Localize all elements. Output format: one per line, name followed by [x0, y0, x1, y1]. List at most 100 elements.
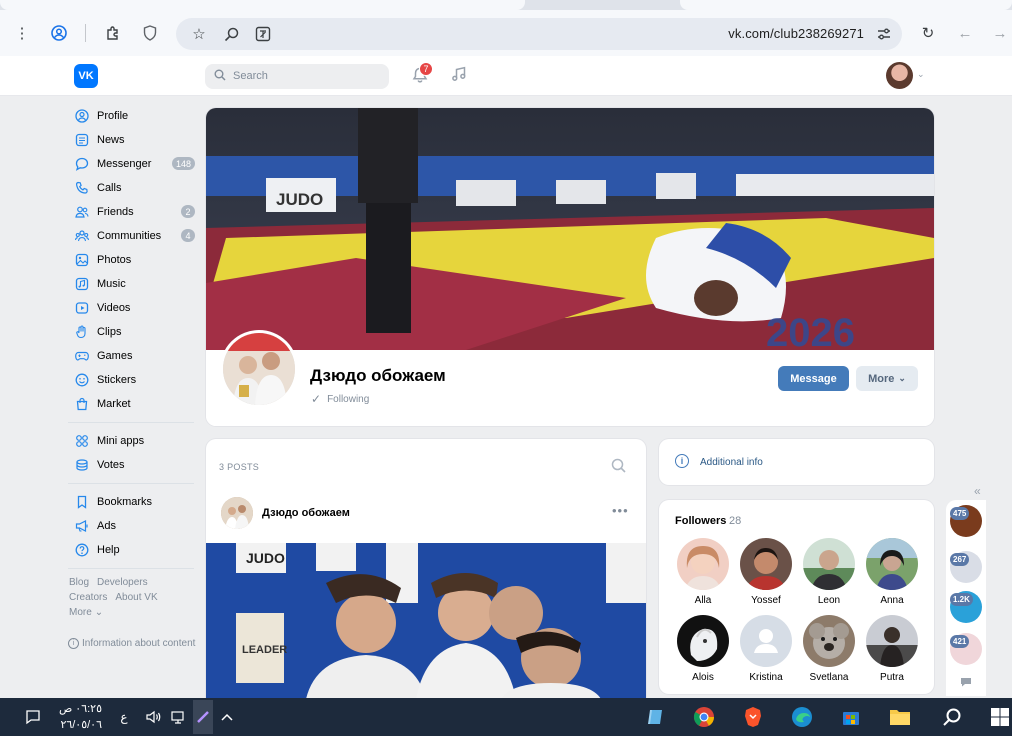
address-bar[interactable]: ☆ vk.com/club238269271	[176, 18, 902, 50]
search-placeholder: Search	[233, 70, 268, 82]
sidebar-item-label: Help	[97, 544, 120, 556]
music-player-icon[interactable]	[450, 65, 468, 88]
profile-icon[interactable]	[49, 23, 69, 43]
sidebar-item-help[interactable]: Help	[68, 538, 198, 562]
left-sidebar: Profile News Messenger 148 Calls Friends 2 Comm…	[68, 104, 198, 649]
photo-icon	[74, 252, 90, 268]
post-options-icon[interactable]: •••	[612, 503, 629, 518]
sidebar-item-bookmarks[interactable]: Bookmarks	[68, 490, 198, 514]
info-about-content-link[interactable]: i Information about content	[68, 638, 198, 649]
follower-item[interactable]: Anna	[862, 538, 922, 606]
user-circle-icon	[74, 108, 90, 124]
sidebar-item-messenger[interactable]: Messenger 148	[68, 152, 198, 176]
footer-link-more[interactable]: More	[69, 607, 92, 618]
file-explorer-icon[interactable]	[888, 706, 912, 728]
pen-app-icon[interactable]	[193, 700, 213, 734]
shield-icon[interactable]	[140, 23, 160, 43]
sidebar-item-stickers[interactable]: Stickers	[68, 368, 198, 392]
search-posts-icon[interactable]	[611, 458, 626, 476]
smile-icon	[74, 372, 90, 388]
input-language[interactable]: ع	[116, 706, 132, 728]
url-text[interactable]: vk.com/club238269271	[728, 26, 864, 41]
sidebar-item-mini-apps[interactable]: Mini apps	[68, 429, 198, 453]
additional-info-card[interactable]: i Additional info	[659, 439, 934, 485]
gamepad-icon	[74, 348, 90, 364]
search-input[interactable]: Search	[205, 64, 389, 89]
sidebar-item-videos[interactable]: Videos	[68, 296, 198, 320]
sidebar-item-communities[interactable]: Communities 4	[68, 224, 198, 248]
sidebar-item-games[interactable]: Games	[68, 344, 198, 368]
message-button[interactable]: Message	[778, 366, 849, 391]
back-arrow-icon[interactable]: ←	[955, 23, 975, 43]
follower-item[interactable]: Svetlana	[799, 615, 859, 683]
chat-bubble-icon[interactable]	[960, 676, 972, 691]
footer-link-blog[interactable]: Blog	[69, 577, 89, 588]
follower-item[interactable]: Leon	[799, 538, 859, 606]
sidebar-item-clips[interactable]: Clips	[68, 320, 198, 344]
collapse-chats-icon[interactable]: «	[974, 484, 981, 498]
sidebar-item-label: Stickers	[97, 374, 137, 386]
menu-separator	[68, 568, 194, 569]
follower-item[interactable]: Alla	[673, 538, 733, 606]
follower-avatar	[740, 615, 792, 667]
sidebar-item-label: Photos	[97, 254, 132, 266]
windows-taskbar: ٠٦:٢٥ ص ٢٦/٠٥/٠٦ ع	[0, 698, 1012, 736]
group-avatar[interactable]	[220, 330, 298, 408]
followers-title[interactable]: Followers	[675, 515, 726, 527]
user-avatar[interactable]	[886, 62, 913, 89]
reload-icon[interactable]: ↻	[918, 23, 938, 43]
chevron-up-icon[interactable]	[218, 706, 236, 728]
bookmark-star-icon[interactable]: ☆	[189, 24, 209, 44]
post-image[interactable]: JUDO LEADER	[206, 543, 646, 699]
sidebar-item-friends[interactable]: Friends 2	[68, 200, 198, 224]
follower-item[interactable]: Yossef	[736, 538, 796, 606]
extensions-icon[interactable]	[103, 23, 123, 43]
translate-icon[interactable]	[253, 24, 273, 44]
network-icon[interactable]	[169, 706, 189, 728]
follower-name: Kristina	[749, 672, 783, 683]
follower-item[interactable]: Putra	[862, 615, 922, 683]
chevron-down-icon[interactable]: ⌄	[917, 69, 925, 80]
footer-link-developers[interactable]: Developers	[97, 577, 148, 588]
sidebar-item-calls[interactable]: Calls	[68, 176, 198, 200]
notes-app-icon[interactable]	[644, 706, 668, 728]
browser-tab[interactable]	[680, 0, 1012, 10]
sidebar-item-profile[interactable]: Profile	[68, 104, 198, 128]
clock-date: ٢٦/٠٥/٠٦	[60, 719, 102, 731]
sidebar-item-badge: 2	[181, 205, 195, 218]
footer-links: Blog Developers Creators About VK More ⌄	[69, 575, 198, 620]
store-icon[interactable]	[839, 706, 863, 728]
follower-avatar	[677, 538, 729, 590]
sidebar-item-ads[interactable]: Ads	[68, 514, 198, 538]
sidebar-item-market[interactable]: Market	[68, 392, 198, 416]
search-icon[interactable]	[940, 706, 964, 728]
forward-arrow-icon[interactable]: →	[990, 23, 1010, 43]
more-button[interactable]: More ⌄	[856, 366, 918, 391]
taskbar-clock[interactable]: ٠٦:٢٥ ص ٢٦/٠٥/٠٦	[58, 701, 102, 733]
footer-link-creators[interactable]: Creators	[69, 592, 107, 603]
sidebar-item-photos[interactable]: Photos	[68, 248, 198, 272]
site-settings-icon[interactable]	[874, 24, 894, 44]
sidebar-item-news[interactable]: News	[68, 128, 198, 152]
follower-item[interactable]: Alois	[673, 615, 733, 683]
notification-center-icon[interactable]	[22, 706, 44, 728]
post-author-avatar[interactable]	[221, 497, 253, 529]
browser-menu-icon[interactable]: ⋮	[12, 23, 32, 43]
windows-start-icon[interactable]	[988, 706, 1012, 728]
zoom-icon[interactable]	[221, 24, 241, 44]
vk-logo[interactable]: VK	[74, 64, 98, 88]
info-icon: i	[68, 638, 79, 649]
chrome-icon[interactable]	[692, 706, 716, 728]
footer-link-about[interactable]: About VK	[115, 592, 157, 603]
sidebar-item-music[interactable]: Music	[68, 272, 198, 296]
edge-icon[interactable]	[790, 706, 814, 728]
sidebar-item-votes[interactable]: Votes	[68, 453, 198, 477]
post-author-name[interactable]: Дзюдо обожаем	[262, 507, 350, 519]
browser-tab[interactable]	[0, 0, 525, 10]
volume-icon[interactable]	[144, 706, 164, 728]
sidebar-item-label: Mini apps	[97, 435, 145, 447]
follower-avatar	[803, 615, 855, 667]
follower-item[interactable]: Kristina	[736, 615, 796, 683]
brave-icon[interactable]	[741, 706, 765, 728]
following-status[interactable]: ✓ Following	[311, 392, 369, 406]
